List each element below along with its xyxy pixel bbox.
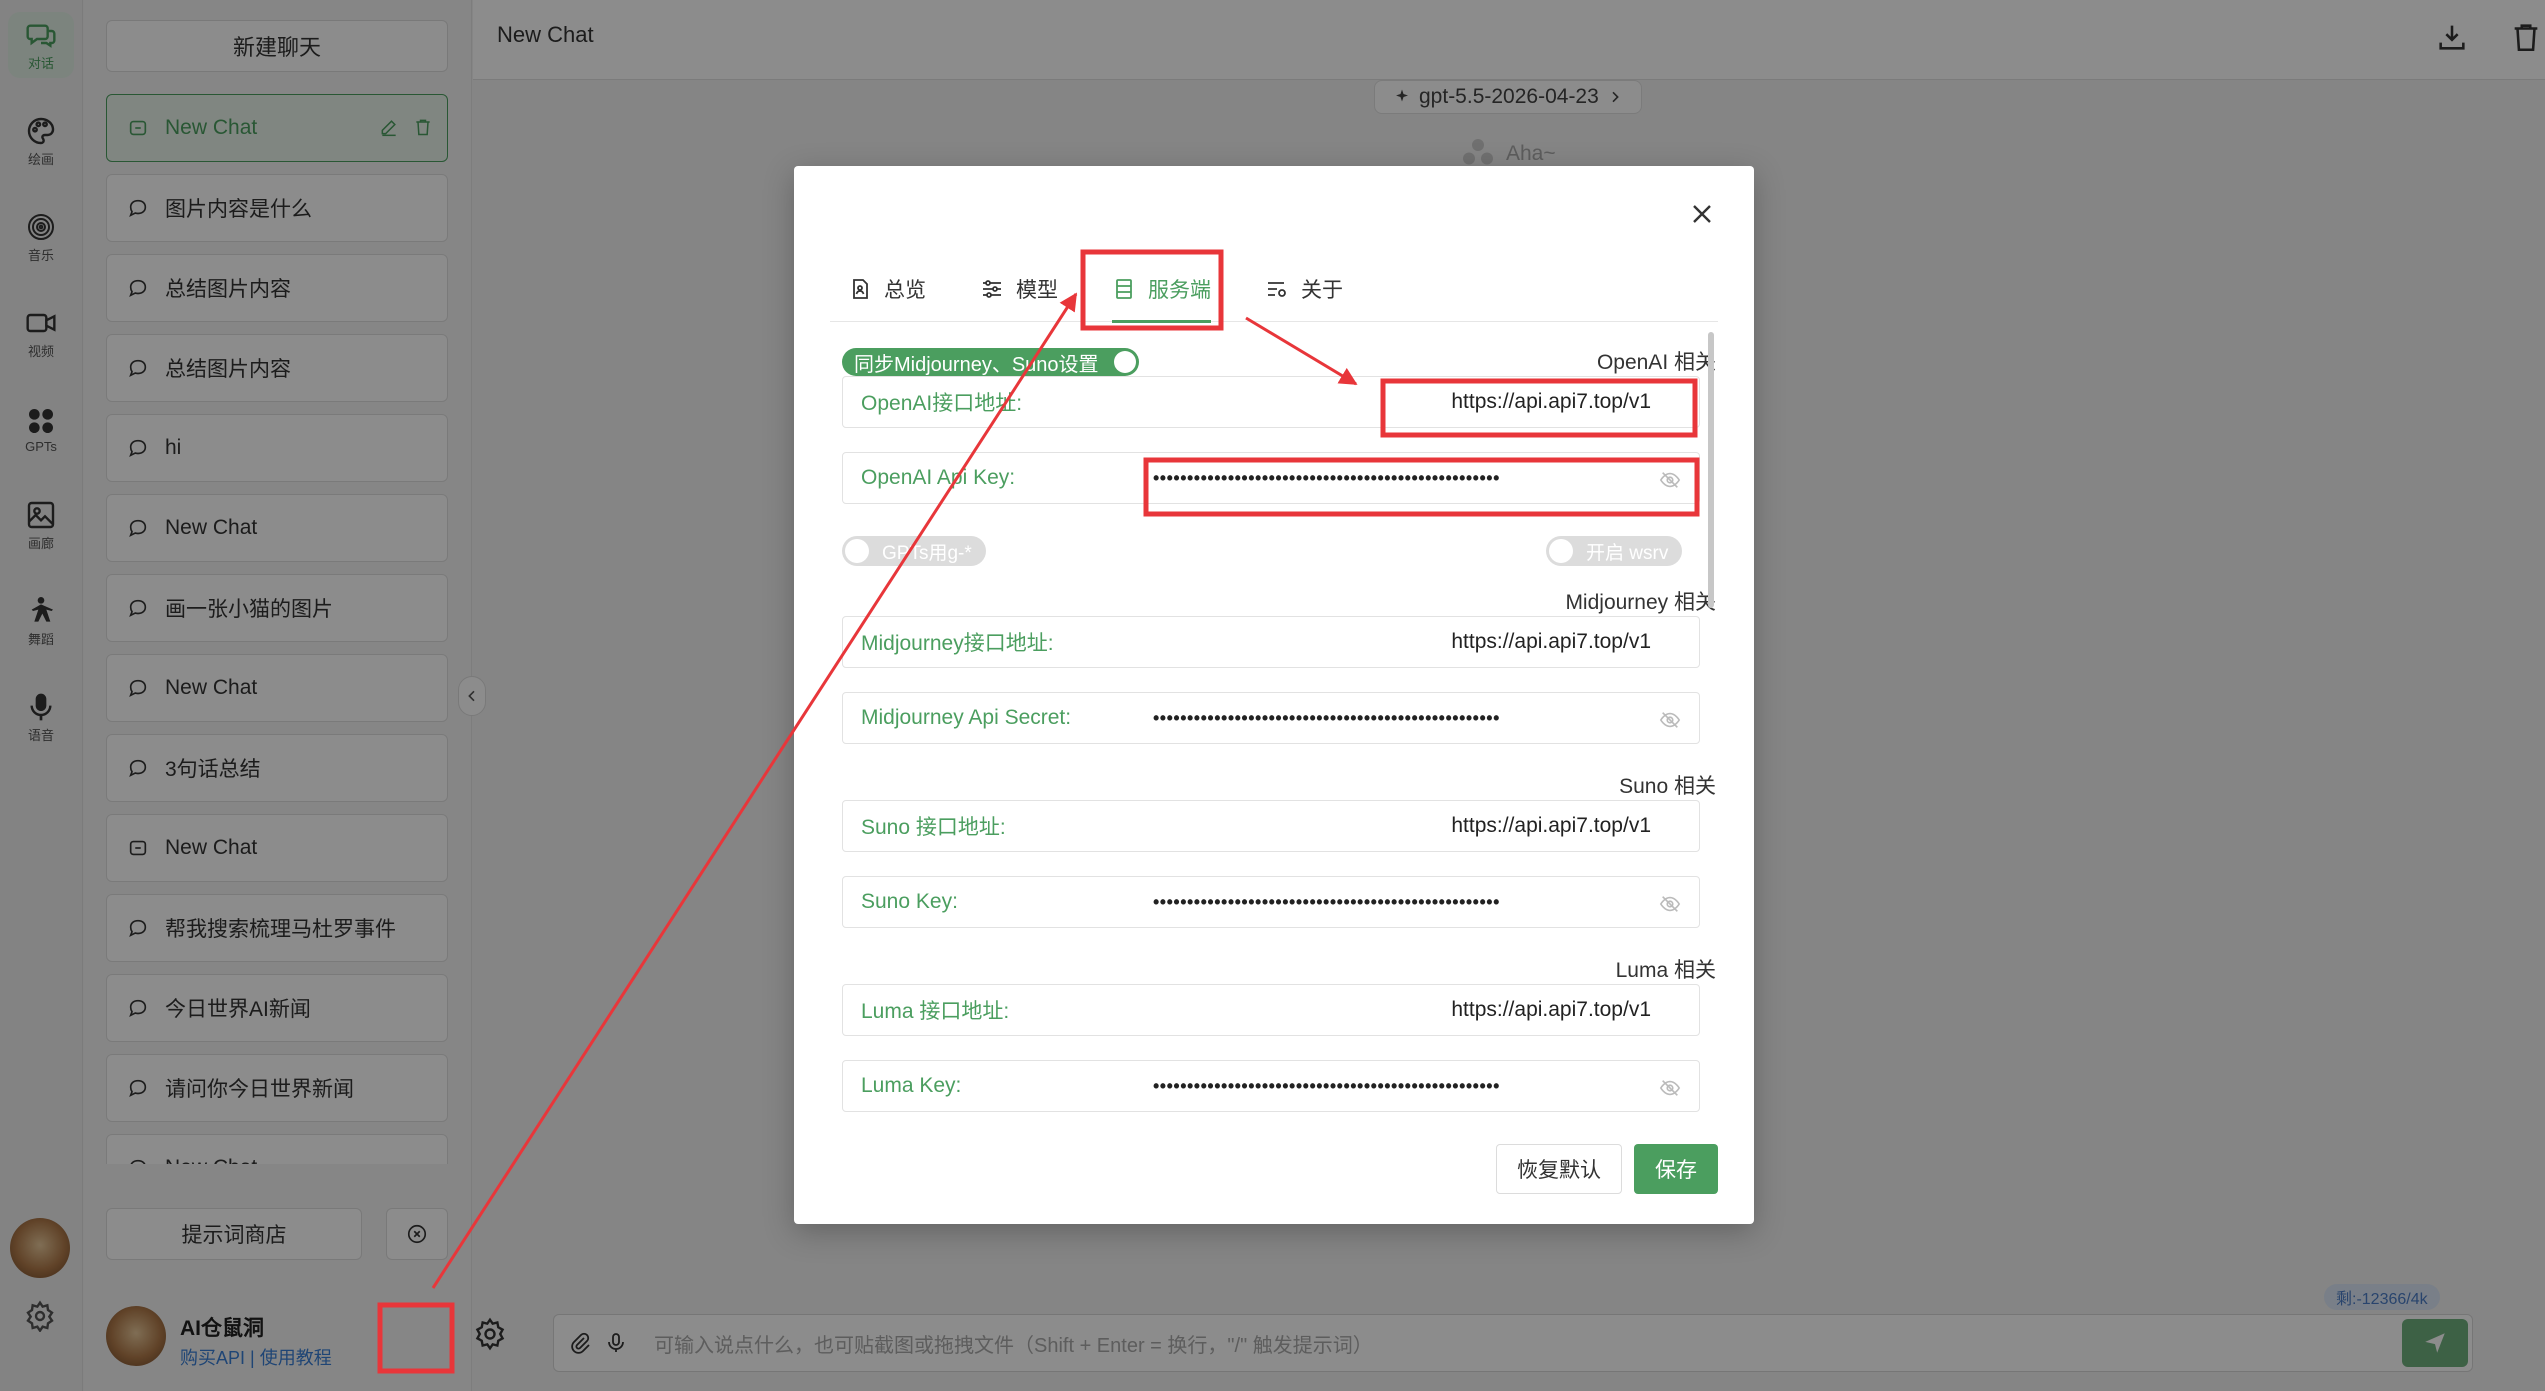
field-value[interactable]: ••••••••••••••••••••••••••••••••••••••••… <box>1143 468 1699 489</box>
section-label-midjourney: Midjourney 相关 <box>1565 591 1716 614</box>
field-label: OpenAI Api Key: <box>861 466 1016 489</box>
section-label-suno: Suno 相关 <box>1619 775 1716 798</box>
suno-key-field[interactable]: Suno Key: ••••••••••••••••••••••••••••••… <box>842 876 1700 928</box>
close-icon[interactable] <box>1686 198 1718 230</box>
wsrv-toggle[interactable]: 开启 wsrv <box>1546 536 1683 566</box>
field-value[interactable]: https://api.api7.top/v1 <box>1153 630 1699 654</box>
field-label: Midjourney Api Secret: <box>861 706 1072 729</box>
field-value[interactable]: ••••••••••••••••••••••••••••••••••••••••… <box>1143 892 1699 913</box>
field-value[interactable]: https://api.api7.top/v1 <box>1153 814 1699 838</box>
toggle-knob <box>845 539 869 563</box>
luma-url-field[interactable]: Luma 接口地址: https://api.api7.top/v1 <box>842 984 1700 1036</box>
section-label-openai: OpenAI 相关 <box>1596 351 1716 374</box>
suno-url-field[interactable]: Suno 接口地址: https://api.api7.top/v1 <box>842 800 1700 852</box>
gpts-toggle-label: GPTs用g-* <box>882 542 972 564</box>
field-value[interactable]: https://api.api7.top/v1 <box>1153 390 1699 414</box>
field-label: Suno Key: <box>861 890 958 913</box>
tab-label: 模型 <box>1016 279 1058 302</box>
eye-off-icon[interactable] <box>1659 469 1681 491</box>
settings-tabs: 总览 模型 服务端 关于 <box>830 256 1718 323</box>
sync-toggle-label: 同步Midjourney、Suno设置 <box>854 353 1099 376</box>
field-label: OpenAI接口地址: <box>861 392 1023 415</box>
openai-key-field[interactable]: OpenAI Api Key: ••••••••••••••••••••••••… <box>842 452 1700 504</box>
toggle-knob <box>1549 539 1573 563</box>
field-value[interactable]: https://api.api7.top/v1 <box>1153 998 1699 1022</box>
sync-toggle[interactable]: 同步Midjourney、Suno设置 <box>842 348 1139 376</box>
field-label: Suno 接口地址: <box>861 816 1006 839</box>
server-icon <box>1116 279 1132 299</box>
toggle-knob <box>1113 351 1136 373</box>
tab-label: 关于 <box>1301 279 1343 302</box>
field-label: Luma Key: <box>861 1074 962 1097</box>
field-label: Midjourney接口地址: <box>861 632 1054 655</box>
midjourney-secret-field[interactable]: Midjourney Api Secret: •••••••••••••••••… <box>842 692 1700 744</box>
openai-url-field[interactable]: OpenAI接口地址: https://api.api7.top/v1 <box>842 376 1700 428</box>
scrollbar[interactable] <box>1708 332 1714 608</box>
tab-overview[interactable]: 总览 <box>830 256 944 322</box>
field-label: Luma 接口地址: <box>861 1000 1010 1023</box>
gpts-toggle[interactable]: GPTs用g-* <box>842 536 986 566</box>
field-value[interactable]: ••••••••••••••••••••••••••••••••••••••••… <box>1143 708 1699 729</box>
tab-label: 服务端 <box>1148 279 1211 302</box>
save-button[interactable]: 保存 <box>1634 1144 1718 1194</box>
eye-off-icon[interactable] <box>1659 709 1681 731</box>
tab-about[interactable]: 关于 <box>1247 256 1361 322</box>
eye-off-icon[interactable] <box>1659 893 1681 915</box>
wsrv-toggle-label: 开启 wsrv <box>1586 542 1669 564</box>
field-value[interactable]: ••••••••••••••••••••••••••••••••••••••••… <box>1143 1076 1699 1097</box>
midjourney-url-field[interactable]: Midjourney接口地址: https://api.api7.top/v1 <box>842 616 1700 668</box>
luma-key-field[interactable]: Luma Key: ••••••••••••••••••••••••••••••… <box>842 1060 1700 1112</box>
user-card-icon <box>853 279 868 299</box>
section-label-luma: Luma 相关 <box>1615 959 1716 982</box>
settings-dialog: 总览 模型 服务端 关于 同步Midjourney、Suno设置 OpenAI … <box>794 166 1754 1224</box>
restore-defaults-button[interactable]: 恢复默认 <box>1496 1144 1622 1194</box>
list-settings-icon <box>1268 282 1286 297</box>
eye-off-icon[interactable] <box>1659 1077 1681 1099</box>
tab-model[interactable]: 模型 <box>962 256 1076 322</box>
tab-server[interactable]: 服务端 <box>1094 256 1229 323</box>
tab-label: 总览 <box>884 279 926 302</box>
sliders-icon <box>983 280 1001 298</box>
